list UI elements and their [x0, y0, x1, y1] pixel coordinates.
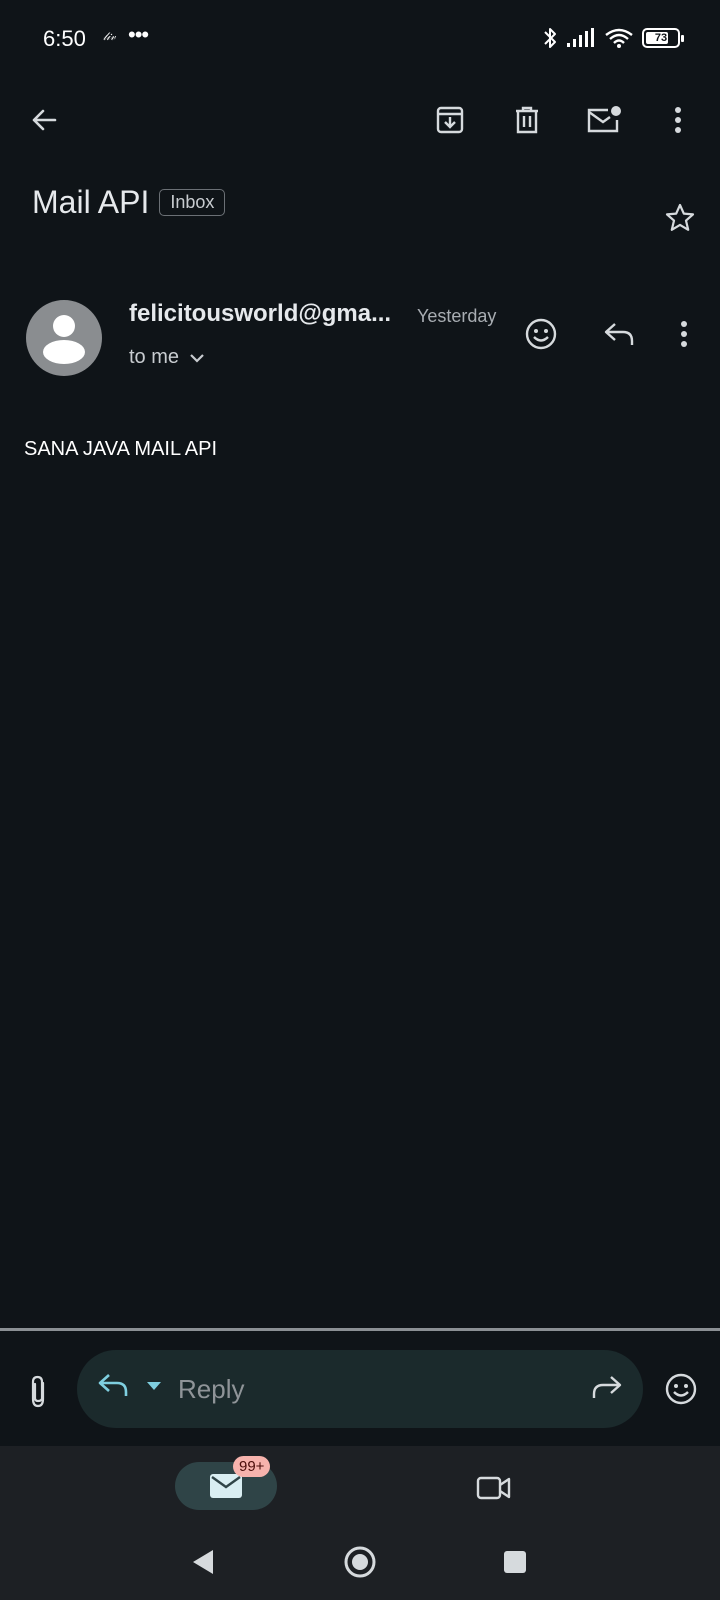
wifi-icon [605, 28, 633, 48]
sent-date: Yesterday [417, 306, 497, 326]
mark-unread-button[interactable] [576, 92, 632, 148]
emoji-icon [525, 318, 557, 350]
email-body: SANA JAVA MAIL API [24, 438, 218, 460]
more-vert-icon [675, 107, 681, 133]
add-reaction-button[interactable] [517, 310, 565, 358]
message-more-button[interactable] [660, 310, 708, 358]
home-button[interactable] [336, 1538, 384, 1586]
emoji-icon [665, 1373, 697, 1405]
insert-emoji-button[interactable] [658, 1366, 704, 1412]
nav-meet-tab[interactable] [470, 1466, 518, 1510]
back-arrow-icon [32, 109, 57, 131]
reply-placeholder: Reply [178, 1374, 245, 1404]
bluetooth-icon [544, 28, 556, 48]
recipient-label: to me [129, 346, 180, 368]
back-button[interactable] [16, 92, 72, 148]
quick-reply-field[interactable]: Reply [77, 1350, 643, 1428]
reply-icon[interactable] [97, 1372, 129, 1398]
mark-unread-icon [587, 106, 621, 133]
status-app-indicator: 𝓁𝒾𝓋 [103, 30, 116, 43]
gmail-message-screen: 6:50 𝓁𝒾𝓋 ••• 73 Mail API Inbox felicitou… [0, 0, 720, 1600]
forward-icon[interactable] [591, 1374, 623, 1400]
system-back-button[interactable] [180, 1538, 228, 1586]
subject-row: Mail API Inbox [32, 184, 226, 221]
inbox-label-chip[interactable]: Inbox [159, 189, 226, 216]
reply-button[interactable] [595, 310, 643, 358]
status-bar: 6:50 𝓁𝒾𝓋 ••• 73 [0, 0, 720, 76]
more-vert-icon [681, 321, 687, 347]
caret-down-icon[interactable] [145, 1380, 163, 1392]
divider [0, 1328, 720, 1331]
delete-icon [516, 106, 538, 134]
status-time: 6:50 [43, 26, 86, 51]
unread-count-badge: 99+ [233, 1456, 271, 1477]
attachment-icon [31, 1375, 45, 1408]
delete-button[interactable] [499, 92, 555, 148]
star-button[interactable] [658, 196, 702, 240]
star-icon [665, 203, 695, 231]
archive-icon [436, 106, 464, 134]
battery-icon: 73 [642, 28, 684, 48]
reply-icon [604, 323, 634, 345]
battery-level: 73 [654, 32, 668, 44]
more-options-button[interactable] [650, 92, 706, 148]
video-camera-icon [476, 1476, 511, 1500]
sender-avatar[interactable] [26, 300, 102, 376]
sender-address[interactable]: felicitousworld@gma... [129, 300, 391, 328]
status-icons: 73 [542, 26, 684, 50]
email-subject: Mail API [32, 184, 150, 220]
recents-icon [504, 1551, 526, 1573]
system-back-icon [193, 1550, 213, 1574]
attach-button[interactable] [18, 1368, 58, 1416]
archive-button[interactable] [422, 92, 478, 148]
bottom-navigation: 99+ [0, 1446, 720, 1600]
message-toolbar [0, 84, 720, 156]
signal-icon [567, 28, 594, 47]
chevron-down-icon [190, 353, 204, 363]
recipient-details-toggle[interactable]: to me [129, 346, 205, 369]
status-more-notifications: ••• [128, 22, 149, 47]
person-icon [43, 315, 85, 364]
recents-button[interactable] [491, 1538, 539, 1586]
home-icon [344, 1546, 376, 1578]
mail-icon [210, 1474, 242, 1498]
